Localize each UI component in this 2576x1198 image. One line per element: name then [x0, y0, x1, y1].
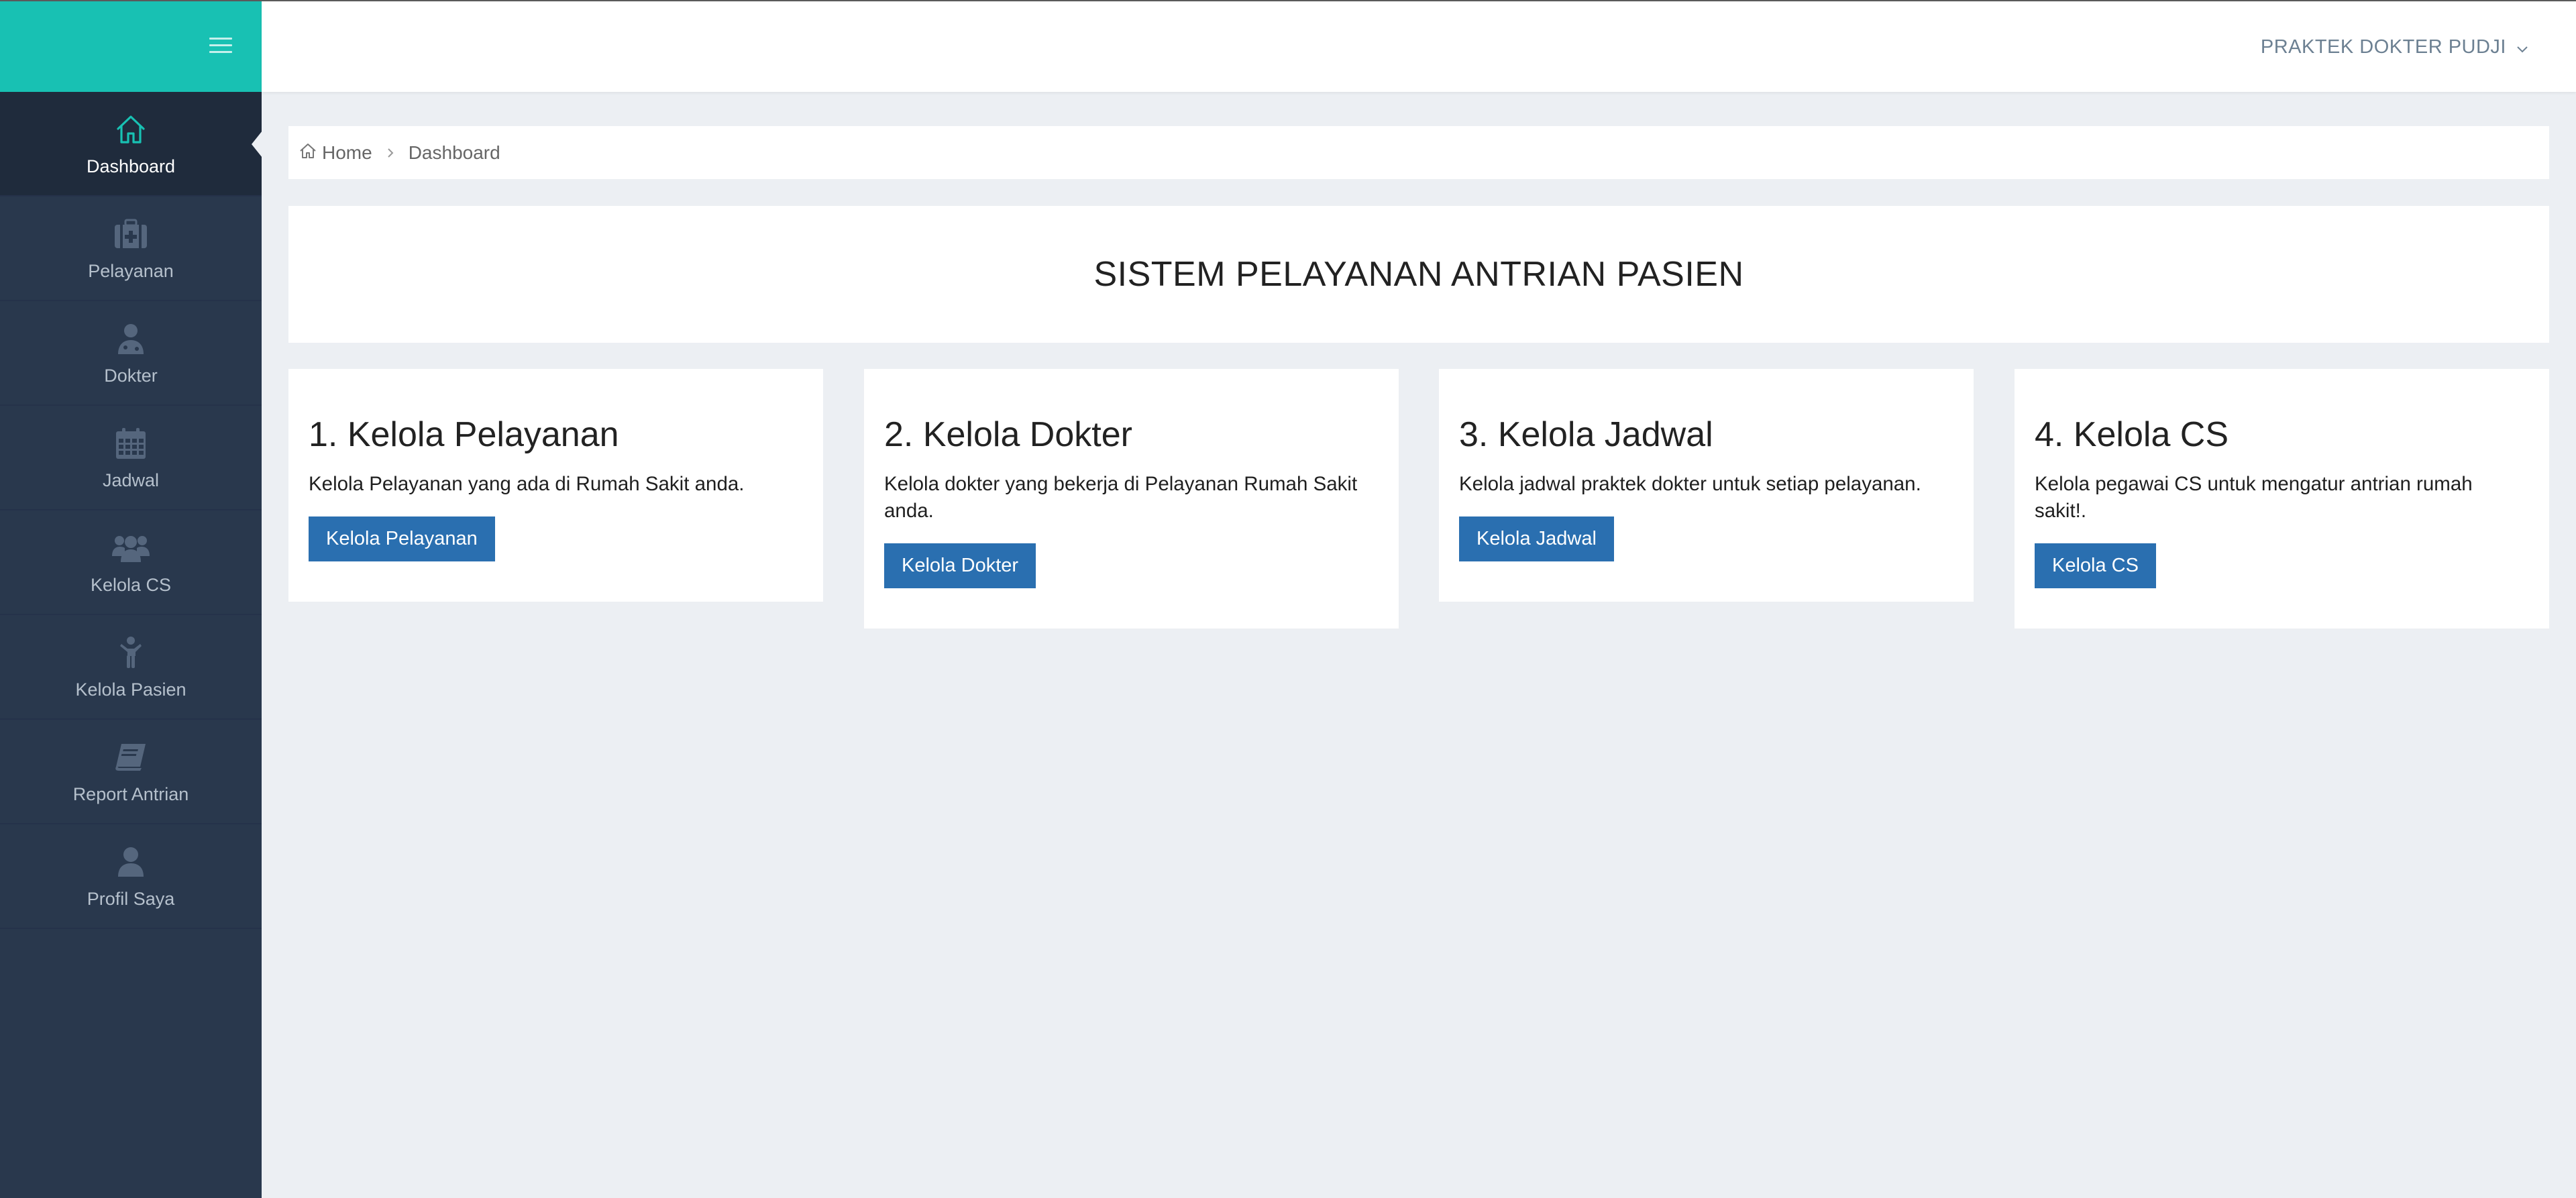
sidebar-item-label: Profil Saya: [87, 889, 175, 909]
breadcrumb-home-label: Home: [322, 142, 372, 163]
card-text: Kelola Pelayanan yang ada di Rumah Sakit…: [309, 473, 745, 495]
active-indicator: [252, 131, 262, 158]
page-title-box: SISTEM PELAYANAN ANTRIAN PASIEN: [288, 206, 2549, 343]
card-kelola-cs: 4. Kelola CS Kelola pegawai CS untuk men…: [2015, 369, 2549, 629]
sidebar-item-kelola-cs[interactable]: Kelola CS: [0, 510, 262, 615]
card-kelola-jadwal: 3. Kelola Jadwal Kelola jadwal praktek d…: [1439, 369, 1974, 602]
sidebar-item-dokter[interactable]: Dokter: [0, 301, 262, 406]
user-icon: [111, 842, 151, 882]
top-navbar: PRAKTEK DOKTER PUDJI: [262, 0, 2576, 92]
user-menu-dropdown[interactable]: PRAKTEK DOKTER PUDJI: [2261, 36, 2528, 58]
child-icon: [111, 633, 151, 673]
brand-header: [0, 0, 262, 92]
breadcrumb-current: Dashboard: [408, 142, 500, 163]
card-text: Kelola dokter yang bekerja di Pelayanan …: [884, 473, 1358, 522]
card-title: 4. Kelola CS: [2035, 415, 2229, 454]
breadcrumb: Home Dashboard: [288, 126, 2549, 179]
medkit-icon: [111, 214, 151, 254]
kelola-jadwal-button[interactable]: Kelola Jadwal: [1459, 516, 1614, 561]
home-icon: [299, 142, 317, 164]
sidebar-item-label: Dashboard: [86, 156, 176, 176]
sidebar-item-label: Pelayanan: [88, 261, 174, 281]
sidebar-item-report-antrian[interactable]: Report Antrian: [0, 720, 262, 824]
chevron-right-icon: [387, 148, 394, 158]
kelola-cs-button[interactable]: Kelola CS: [2035, 543, 2156, 588]
card-title: 2. Kelola Dokter: [884, 415, 1132, 454]
sidebar-item-pelayanan[interactable]: Pelayanan: [0, 197, 262, 301]
sidebar-item-label: Report Antrian: [72, 784, 189, 804]
doctor-icon: [111, 319, 151, 359]
card-kelola-pelayanan: 1. Kelola Pelayanan Kelola Pelayanan yan…: [288, 369, 823, 602]
chevron-down-icon: [2517, 36, 2528, 58]
sidebar-item-dashboard[interactable]: Dashboard: [0, 92, 262, 197]
book-icon: [111, 737, 151, 777]
card-kelola-dokter: 2. Kelola Dokter Kelola dokter yang beke…: [864, 369, 1399, 629]
sidebar-item-label: Kelola Pasien: [75, 679, 186, 700]
sidebar-item-kelola-pasien[interactable]: Kelola Pasien: [0, 615, 262, 720]
card-title: 1. Kelola Pelayanan: [309, 415, 619, 454]
card-title: 3. Kelola Jadwal: [1459, 415, 1713, 454]
sidebar: Dashboard Pelayanan Dokter Jadwal Kelola…: [0, 92, 262, 1198]
kelola-pelayanan-button[interactable]: Kelola Pelayanan: [309, 516, 495, 561]
sidebar-item-label: Kelola CS: [90, 575, 172, 595]
card-text: Kelola jadwal praktek dokter untuk setia…: [1459, 473, 1921, 495]
sidebar-item-profil-saya[interactable]: Profil Saya: [0, 824, 262, 929]
user-menu-label: PRAKTEK DOKTER PUDJI: [2260, 36, 2506, 58]
calendar-icon: [111, 423, 151, 464]
card-text: Kelola pegawai CS untuk mengatur antrian…: [2035, 473, 2473, 522]
home-icon: [111, 109, 151, 150]
kelola-dokter-button[interactable]: Kelola Dokter: [884, 543, 1036, 588]
breadcrumb-home[interactable]: Home: [299, 142, 372, 164]
sidebar-item-jadwal[interactable]: Jadwal: [0, 406, 262, 510]
users-icon: [111, 528, 151, 568]
page-title: SISTEM PELAYANAN ANTRIAN PASIEN: [1093, 255, 1744, 294]
menu-toggle-icon[interactable]: [209, 35, 232, 55]
sidebar-item-label: Jadwal: [102, 470, 160, 490]
sidebar-item-label: Dokter: [104, 366, 158, 386]
